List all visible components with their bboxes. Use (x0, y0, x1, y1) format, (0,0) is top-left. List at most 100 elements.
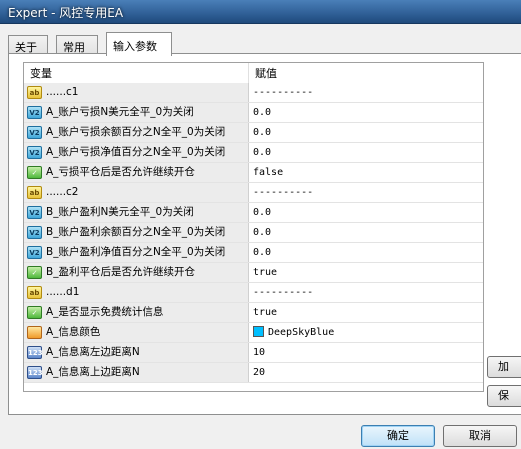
integer-type-icon: 123 (27, 346, 43, 359)
param-value-cell[interactable]: 0.0 (249, 243, 483, 262)
dialog-body: 关于 常用 输入参数 变量 赋值 ab ......c1 ---------- V2 A… (0, 24, 521, 449)
table-row[interactable]: ab ......c2 ---------- (24, 183, 483, 203)
param-name: A_账户亏损余额百分之N全平_0为关闭 (46, 126, 226, 138)
param-name: ......c1 (46, 86, 79, 98)
double-type-icon: V2 (27, 106, 42, 119)
param-value-cell[interactable]: true (249, 303, 483, 322)
param-name: ......c2 (46, 186, 79, 198)
table-row[interactable]: V2 B_账户盈利余额百分之N全平_0为关闭 0.0 (24, 223, 483, 243)
param-value: 0.0 (253, 127, 272, 138)
param-value-cell[interactable]: DeepSkyBlue (249, 323, 483, 342)
param-value-cell[interactable]: 0.0 (249, 103, 483, 122)
window-title: Expert - 风控专用EA (8, 6, 124, 20)
param-name-cell[interactable]: V2 A_账户亏损净值百分之N全平_0为关闭 (24, 143, 249, 162)
color-type-icon (27, 326, 42, 339)
param-value: 20 (253, 367, 266, 378)
table-row[interactable]: ab ......c1 ---------- (24, 83, 483, 103)
table-row[interactable]: 123 A_信息离左边距离N 10 (24, 343, 483, 363)
param-name-cell[interactable]: 123 A_信息离上边距离N (24, 363, 249, 382)
param-value-cell[interactable]: 0.0 (249, 143, 483, 162)
header-value[interactable]: 赋值 (249, 63, 483, 83)
table-row[interactable]: V2 B_账户盈利N美元全平_0为关闭 0.0 (24, 203, 483, 223)
param-name-cell[interactable]: V2 B_账户盈利N美元全平_0为关闭 (24, 203, 249, 222)
double-type-icon: V2 (27, 226, 42, 239)
param-value: 0.0 (253, 247, 272, 258)
parameters-grid: 变量 赋值 ab ......c1 ---------- V2 A_账户亏损N美元全平_… (23, 62, 484, 392)
load-button-label: 加 (498, 360, 509, 373)
param-value-cell[interactable]: 20 (249, 363, 483, 382)
tab-common[interactable]: 常用 (56, 35, 98, 55)
param-value: true (253, 267, 278, 278)
param-name: B_账户盈利N美元全平_0为关闭 (46, 206, 194, 218)
param-value-cell[interactable]: 10 (249, 343, 483, 362)
inputs-panel: 变量 赋值 ab ......c1 ---------- V2 A_账户亏损N美元全平_… (8, 53, 521, 415)
param-name-cell[interactable]: V2 A_账户亏损N美元全平_0为关闭 (24, 103, 249, 122)
param-name-cell[interactable]: 123 A_信息离左边距离N (24, 343, 249, 362)
tab-about[interactable]: 关于 (8, 35, 48, 55)
table-row[interactable]: A_信息颜色 DeepSkyBlue (24, 323, 483, 343)
param-value: 0.0 (253, 147, 272, 158)
param-value: true (253, 307, 278, 318)
string-type-icon: ab (27, 186, 42, 199)
title-bar[interactable]: Expert - 风控专用EA (0, 0, 521, 24)
param-value: ---------- (253, 287, 314, 298)
table-row[interactable]: ✓ A_亏损平仓后是否允许继续开仓 false (24, 163, 483, 183)
table-row[interactable]: 123 A_信息离上边距离N 20 (24, 363, 483, 383)
param-name-cell[interactable]: V2 B_账户盈利净值百分之N全平_0为关闭 (24, 243, 249, 262)
param-value-cell[interactable]: 0.0 (249, 223, 483, 242)
param-name-cell[interactable]: ab ......d1 (24, 283, 249, 302)
param-name: B_盈利平仓后是否允许继续开仓 (46, 266, 195, 278)
param-name-cell[interactable]: ✓ B_盈利平仓后是否允许继续开仓 (24, 263, 249, 282)
table-row[interactable]: ✓ B_盈利平仓后是否允许继续开仓 true (24, 263, 483, 283)
tab-inputs-label: 输入参数 (113, 40, 157, 53)
header-variable[interactable]: 变量 (24, 63, 249, 83)
param-name-cell[interactable]: A_信息颜色 (24, 323, 249, 342)
param-name-cell[interactable]: V2 A_账户亏损余额百分之N全平_0为关闭 (24, 123, 249, 142)
param-value-cell[interactable]: ---------- (249, 83, 483, 102)
param-name-cell[interactable]: V2 B_账户盈利余额百分之N全平_0为关闭 (24, 223, 249, 242)
param-value-cell[interactable]: ---------- (249, 183, 483, 202)
save-button[interactable]: 保 (487, 385, 521, 407)
save-button-label: 保 (498, 389, 509, 402)
double-type-icon: V2 (27, 146, 42, 159)
param-name: B_账户盈利净值百分之N全平_0为关闭 (46, 246, 226, 258)
param-name-cell[interactable]: ab ......c1 (24, 83, 249, 102)
param-name: A_信息颜色 (46, 326, 101, 338)
param-name: A_账户亏损N美元全平_0为关闭 (46, 106, 194, 118)
table-row[interactable]: ab ......d1 ---------- (24, 283, 483, 303)
param-value: false (253, 167, 284, 178)
param-value: 0.0 (253, 207, 272, 218)
param-name: A_亏损平仓后是否允许继续开仓 (46, 166, 195, 178)
param-value-cell[interactable]: 0.0 (249, 203, 483, 222)
cancel-button[interactable]: 取消 (443, 425, 517, 447)
tab-inputs[interactable]: 输入参数 (106, 32, 172, 56)
param-name-cell[interactable]: ab ......c2 (24, 183, 249, 202)
double-type-icon: V2 (27, 246, 42, 259)
ok-button[interactable]: 确定 (361, 425, 435, 447)
table-row[interactable]: V2 A_账户亏损N美元全平_0为关闭 0.0 (24, 103, 483, 123)
table-row[interactable]: V2 A_账户亏损净值百分之N全平_0为关闭 0.0 (24, 143, 483, 163)
param-value-cell[interactable]: ---------- (249, 283, 483, 302)
param-name-cell[interactable]: ✓ A_是否显示免费统计信息 (24, 303, 249, 322)
param-value: 0.0 (253, 107, 272, 118)
param-value-cell[interactable]: 0.0 (249, 123, 483, 142)
param-name: A_信息离上边距离N (46, 366, 140, 378)
grid-header: 变量 赋值 (24, 63, 483, 84)
table-row[interactable]: V2 A_账户亏损余额百分之N全平_0为关闭 0.0 (24, 123, 483, 143)
bool-type-icon: ✓ (27, 266, 42, 279)
param-value-cell[interactable]: true (249, 263, 483, 282)
load-button[interactable]: 加 (487, 356, 521, 378)
table-row[interactable]: V2 B_账户盈利净值百分之N全平_0为关闭 0.0 (24, 243, 483, 263)
param-name: A_信息离左边距离N (46, 346, 140, 358)
param-value: ---------- (253, 187, 314, 198)
param-value-cell[interactable]: false (249, 163, 483, 182)
string-type-icon: ab (27, 286, 42, 299)
double-type-icon: V2 (27, 126, 42, 139)
param-name: B_账户盈利余额百分之N全平_0为关闭 (46, 226, 226, 238)
table-row[interactable]: ✓ A_是否显示免费统计信息 true (24, 303, 483, 323)
param-name-cell[interactable]: ✓ A_亏损平仓后是否允许继续开仓 (24, 163, 249, 182)
color-swatch (253, 326, 264, 337)
param-name: ......d1 (46, 286, 80, 298)
param-value: 0.0 (253, 227, 272, 238)
integer-type-icon: 123 (27, 366, 43, 379)
